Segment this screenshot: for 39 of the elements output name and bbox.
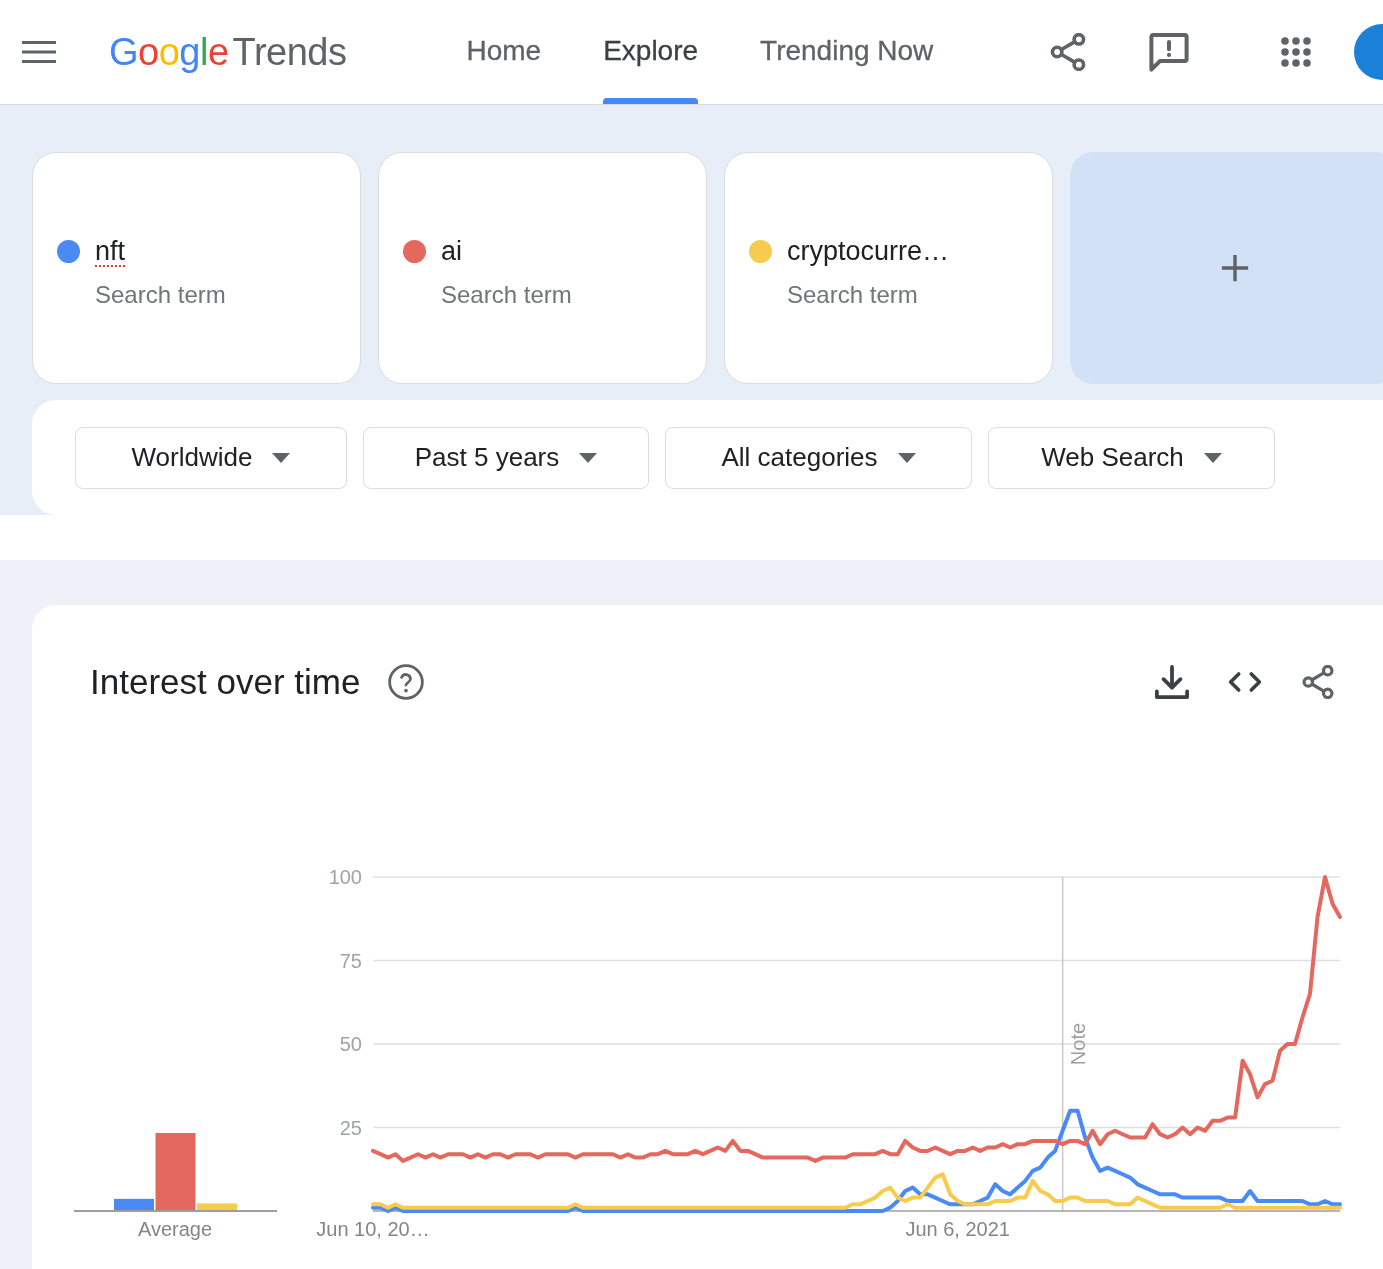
y-axis-label: 50 <box>339 1033 362 1055</box>
apps-grid-icon[interactable] <box>1281 37 1311 67</box>
caret-icon <box>897 452 916 463</box>
help-icon[interactable] <box>388 664 425 700</box>
average-label: Average <box>137 1218 213 1240</box>
feedback-icon[interactable] <box>1149 32 1189 72</box>
plus-icon <box>1219 253 1250 283</box>
y-axis-label: 100 <box>328 866 362 888</box>
term-type-label: Search term <box>95 280 226 309</box>
filter-dropdown[interactable]: All categories <box>665 426 972 489</box>
logo-wordmark[interactable]: Google <box>109 30 229 74</box>
term-type-label: Search term <box>441 280 572 309</box>
download-icon[interactable] <box>1155 665 1189 699</box>
term-text[interactable]: cryptocurre… <box>787 235 950 267</box>
caret-icon <box>579 452 598 463</box>
search-term-card[interactable]: nft Search term <box>32 152 361 384</box>
x-axis-label: Jun 10, 20… <box>316 1218 430 1240</box>
filter-dropdown[interactable]: Web Search <box>988 426 1275 489</box>
term-type-label: Search term <box>787 280 918 309</box>
share-icon[interactable] <box>1301 665 1335 699</box>
filter-dropdown[interactable]: Worldwide <box>75 426 347 489</box>
chart-title: Interest over time <box>90 662 361 702</box>
menu-icon[interactable] <box>22 40 56 64</box>
caret-icon <box>272 452 291 463</box>
x-axis-label: Jun 6, 2021 <box>905 1218 1010 1240</box>
nav-tab[interactable]: Trending Now <box>760 34 934 68</box>
caret-icon <box>1203 452 1222 463</box>
filter-dropdown[interactable]: Past 5 years <box>363 426 649 489</box>
term-text[interactable]: nft <box>95 235 126 267</box>
y-axis-label: 25 <box>339 1116 362 1139</box>
search-term-card[interactable]: cryptocurre… Search term <box>724 152 1053 384</box>
search-term-card[interactable]: ai Search term <box>378 152 707 384</box>
nav-tab[interactable]: Explore <box>603 34 699 104</box>
term-text[interactable]: ai <box>441 235 462 267</box>
logo-product-name[interactable]: Trends <box>232 30 347 74</box>
nav-tab[interactable]: Home <box>466 34 542 68</box>
annotation-label: Note <box>1066 1022 1089 1066</box>
share-icon[interactable] <box>1049 33 1087 71</box>
y-axis-label: 75 <box>339 949 362 972</box>
